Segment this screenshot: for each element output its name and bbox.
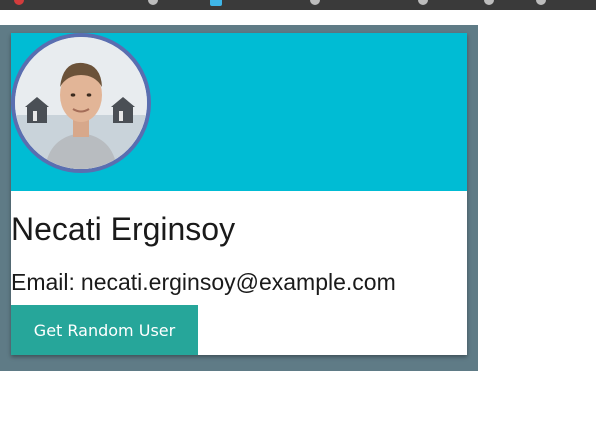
email-label: Email: [11,269,75,295]
bookmark-globe-icon[interactable] [310,0,320,5]
card-banner [11,33,467,191]
user-email-line: Email: necati.erginsoy@example.com [11,269,396,296]
user-card: Necati Erginsoy Email: necati.erginsoy@ex… [11,33,467,355]
bookmark-globe-icon[interactable] [536,0,546,5]
bookmark-globe-icon[interactable] [484,0,494,5]
user-avatar [11,33,151,173]
avatar-photo [15,37,147,169]
bookmark-globe-icon[interactable] [148,0,158,5]
browser-bookmarks-bar [0,0,596,10]
email-value: necati.erginsoy@example.com [80,269,396,295]
bookmark-globe-icon[interactable] [418,0,428,5]
bookmark-favicon-icon[interactable] [210,0,222,6]
bookmark-favicon-icon[interactable] [14,0,24,5]
get-random-user-button[interactable]: Get Random User [11,305,198,355]
user-name: Necati Erginsoy [11,211,236,247]
app-container: Necati Erginsoy Email: necati.erginsoy@ex… [0,25,478,371]
